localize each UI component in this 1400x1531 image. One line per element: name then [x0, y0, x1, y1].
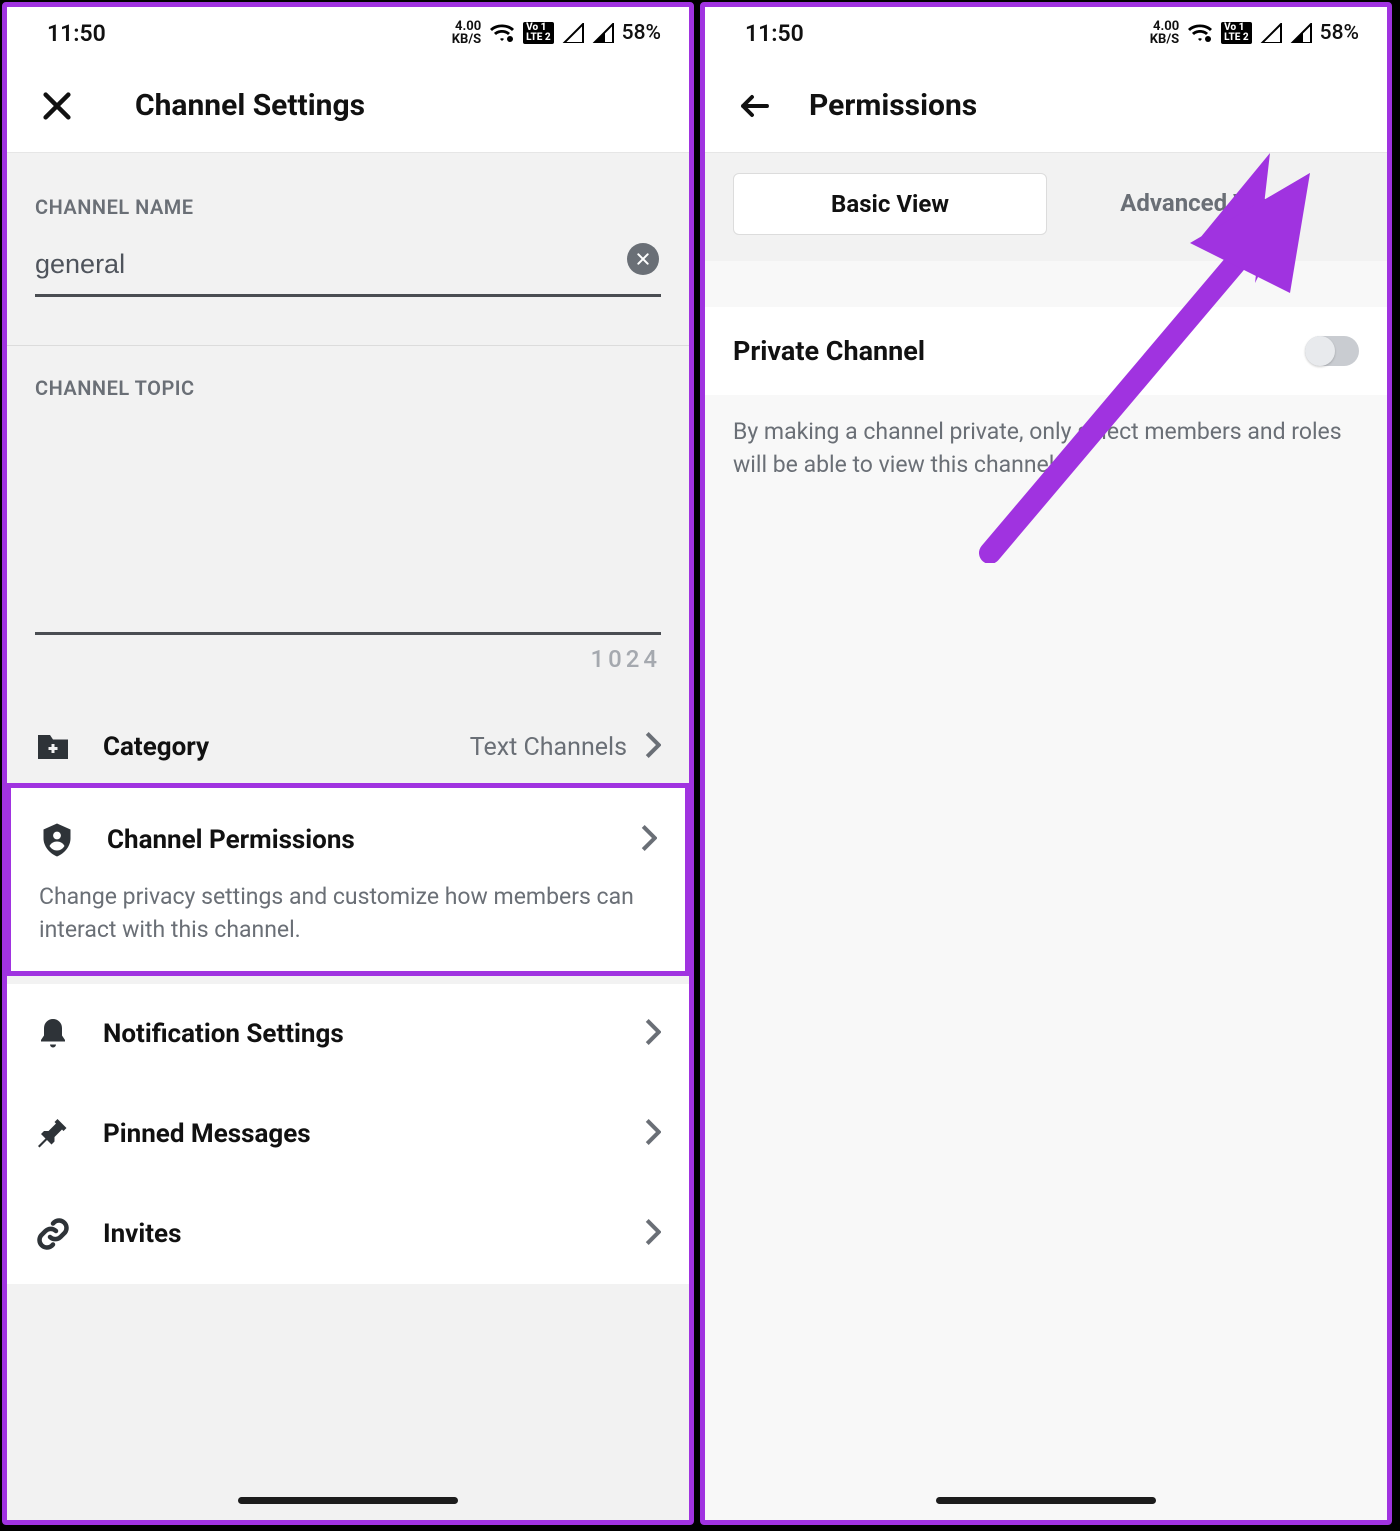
lte-badge: Vo 1 LTE 2: [1221, 22, 1251, 44]
arrow-left-icon: [737, 88, 773, 124]
status-time: 11:50: [47, 20, 106, 47]
status-right: 4.00 KB/S Vo 1 LTE 2 58%: [1150, 20, 1359, 46]
channel-topic-input[interactable]: [35, 420, 661, 635]
chevron-right-icon: [645, 732, 661, 762]
nav-handle[interactable]: [936, 1497, 1156, 1504]
channel-name-label: CHANNEL NAME: [7, 153, 689, 239]
channel-topic-section: CHANNEL TOPIC 1024: [7, 346, 689, 673]
bell-icon: [35, 1016, 71, 1052]
tab-basic-view[interactable]: Basic View: [733, 173, 1047, 235]
close-icon: [40, 89, 74, 123]
chevron-right-icon: [645, 1119, 661, 1149]
private-channel-title: Private Channel: [733, 335, 1287, 367]
status-bar: 11:50 4.00 KB/S Vo 1 LTE 2 58%: [705, 7, 1387, 59]
toggle-knob: [1305, 336, 1335, 366]
signal-icon-1: [562, 23, 584, 43]
notification-settings-row[interactable]: Notification Settings: [7, 984, 689, 1084]
signal-icon-1: [1260, 23, 1282, 43]
pinned-label: Pinned Messages: [103, 1119, 645, 1149]
shield-person-icon: [39, 822, 75, 858]
topic-counter: 1024: [7, 645, 689, 673]
close-button[interactable]: [35, 84, 79, 128]
permissions-desc: Change privacy settings and customize ho…: [11, 880, 685, 971]
signal-icon-2: [1290, 23, 1312, 43]
invites-label: Invites: [103, 1219, 645, 1249]
nav-handle[interactable]: [238, 1497, 458, 1504]
clear-icon: [635, 251, 651, 267]
channel-name-input[interactable]: [35, 239, 661, 297]
net-speed: 4.00 KB/S: [452, 20, 481, 46]
battery-text: 58%: [622, 21, 661, 45]
wifi-icon: [489, 23, 515, 43]
chevron-right-icon: [645, 1019, 661, 1049]
pinned-messages-row[interactable]: Pinned Messages: [7, 1084, 689, 1184]
signal-icon-2: [592, 23, 614, 43]
channel-topic-label: CHANNEL TOPIC: [7, 346, 689, 420]
channel-permissions-row[interactable]: Channel Permissions: [11, 800, 685, 880]
status-time: 11:50: [745, 20, 804, 47]
pin-icon: [35, 1116, 71, 1152]
link-icon: [35, 1216, 71, 1252]
private-channel-desc: By making a channel private, only select…: [705, 395, 1387, 502]
back-button[interactable]: [733, 84, 777, 128]
tab-advanced-view[interactable]: Advanced View: [1047, 173, 1359, 235]
wifi-icon: [1187, 23, 1213, 43]
chevron-right-icon: [641, 825, 657, 855]
folder-plus-icon: [35, 729, 71, 765]
net-speed: 4.00 KB/S: [1150, 20, 1179, 46]
lte-badge: Vo 1 LTE 2: [523, 22, 553, 44]
clear-name-button[interactable]: [627, 243, 659, 275]
invites-row[interactable]: Invites: [7, 1184, 689, 1284]
permissions-body: Basic View Advanced View Private Channel…: [705, 153, 1387, 1520]
app-bar: Permissions: [705, 59, 1387, 153]
highlighted-permissions: Channel Permissions Change privacy setti…: [6, 783, 690, 976]
chevron-right-icon: [645, 1219, 661, 1249]
view-tabs: Basic View Advanced View: [705, 153, 1387, 261]
phone-right: 11:50 4.00 KB/S Vo 1 LTE 2 58% Per: [700, 2, 1392, 1525]
permissions-label: Channel Permissions: [107, 825, 641, 855]
phone-left: 11:50 4.00 KB/S Vo 1 LTE 2 58% Cha: [2, 2, 694, 1525]
category-value: Text Channels: [470, 733, 627, 762]
private-channel-row: Private Channel: [705, 307, 1387, 395]
status-bar: 11:50 4.00 KB/S Vo 1 LTE 2 58%: [7, 7, 689, 59]
channel-name-section: CHANNEL NAME: [7, 153, 689, 297]
battery-text: 58%: [1320, 21, 1359, 45]
page-title: Permissions: [809, 88, 977, 123]
app-bar: Channel Settings: [7, 59, 689, 153]
category-row[interactable]: Category Text Channels: [7, 729, 689, 783]
private-channel-toggle[interactable]: [1305, 336, 1359, 366]
category-label: Category: [103, 732, 470, 762]
notification-label: Notification Settings: [103, 1019, 645, 1049]
page-title: Channel Settings: [135, 88, 365, 123]
status-right: 4.00 KB/S Vo 1 LTE 2 58%: [452, 20, 661, 46]
